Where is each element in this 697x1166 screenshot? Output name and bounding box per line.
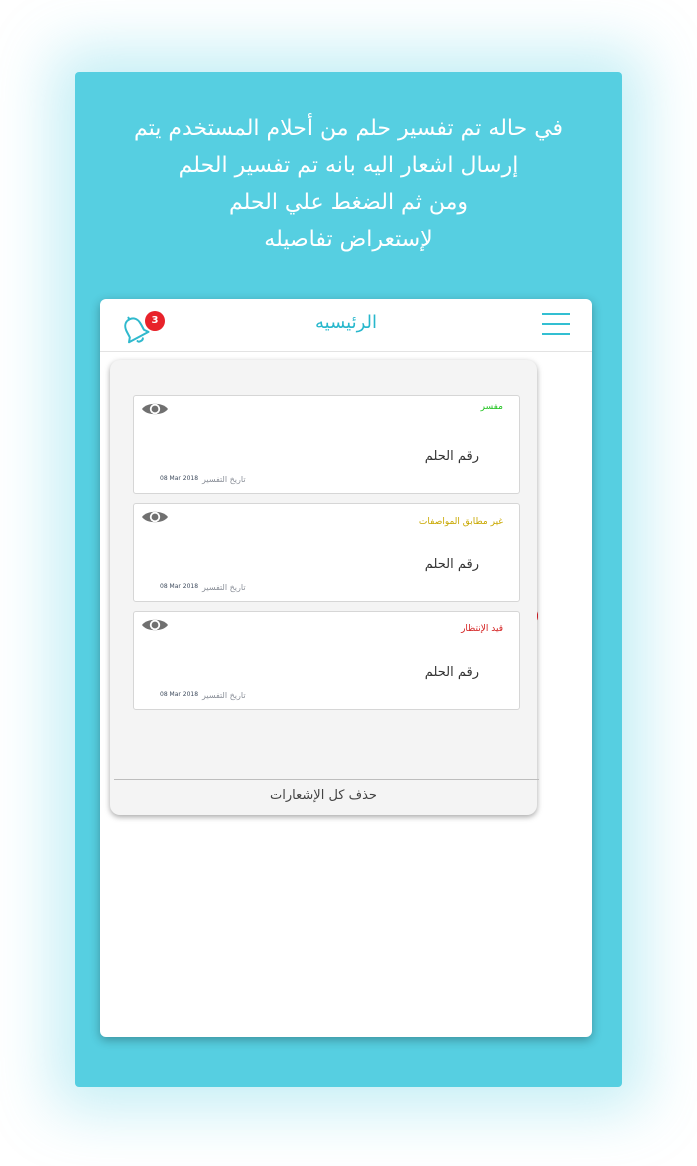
eye-icon[interactable]: [141, 508, 169, 526]
divider: [114, 779, 539, 780]
dream-number: رقم الحلم: [424, 665, 479, 680]
notification-card[interactable]: قيد الإنتظار رقم الحلم تاريخ التفسير 08 …: [133, 611, 520, 710]
caption-line: في حاله تم تفسير حلم من أحلام المستخدم ي…: [133, 116, 564, 141]
app-bar: 3 الرئيسيه: [100, 299, 592, 352]
status-badge: غير مطابق المواصفات: [418, 517, 503, 527]
eye-icon[interactable]: [141, 400, 169, 418]
background-panel: في حاله تم تفسير حلم من أحلام المستخدم ي…: [75, 72, 622, 1087]
eye-icon[interactable]: [141, 616, 169, 634]
page-title: الرئيسيه: [315, 312, 377, 333]
date-value: 08 Mar 2018: [160, 691, 199, 698]
notification-card[interactable]: غير مطابق المواصفات رقم الحلم تاريخ التف…: [133, 503, 520, 602]
notification-card[interactable]: مفسر رقم الحلم تاريخ التفسير 08 Mar 2018: [133, 395, 520, 494]
caption-line: ومن ثم الضغط علي الحلم: [229, 190, 468, 215]
date-label: تاريخ التفسير: [202, 475, 246, 484]
date-label: تاريخ التفسير: [202, 583, 246, 592]
status-badge: قيد الإنتظار: [461, 624, 503, 634]
caption-text: في حاله تم تفسير حلم من أحلام المستخدم ي…: [75, 110, 622, 258]
phone-screen: 3 الرئيسيه مفسر رقم الحلم تاريخ التفسير: [100, 299, 592, 1037]
date-value: 08 Mar 2018: [160, 583, 199, 590]
notifications-dropdown: مفسر رقم الحلم تاريخ التفسير 08 Mar 2018…: [110, 360, 539, 815]
dream-number: رقم الحلم: [424, 449, 479, 464]
hamburger-icon: [542, 333, 570, 335]
caption-line: لإستعراض تفاصيله: [264, 227, 433, 252]
date-label: تاريخ التفسير: [202, 691, 246, 700]
dream-number: رقم الحلم: [424, 557, 479, 572]
date-value: 08 Mar 2018: [160, 475, 199, 482]
hamburger-icon: [542, 313, 570, 315]
caption-line: إرسال اشعار اليه بانه تم تفسير الحلم: [178, 153, 519, 178]
clear-all-notifications-button[interactable]: حذف كل الإشعارات: [110, 788, 537, 803]
status-badge: مفسر: [480, 402, 503, 412]
menu-button[interactable]: [542, 313, 570, 337]
hamburger-icon: [542, 323, 570, 325]
